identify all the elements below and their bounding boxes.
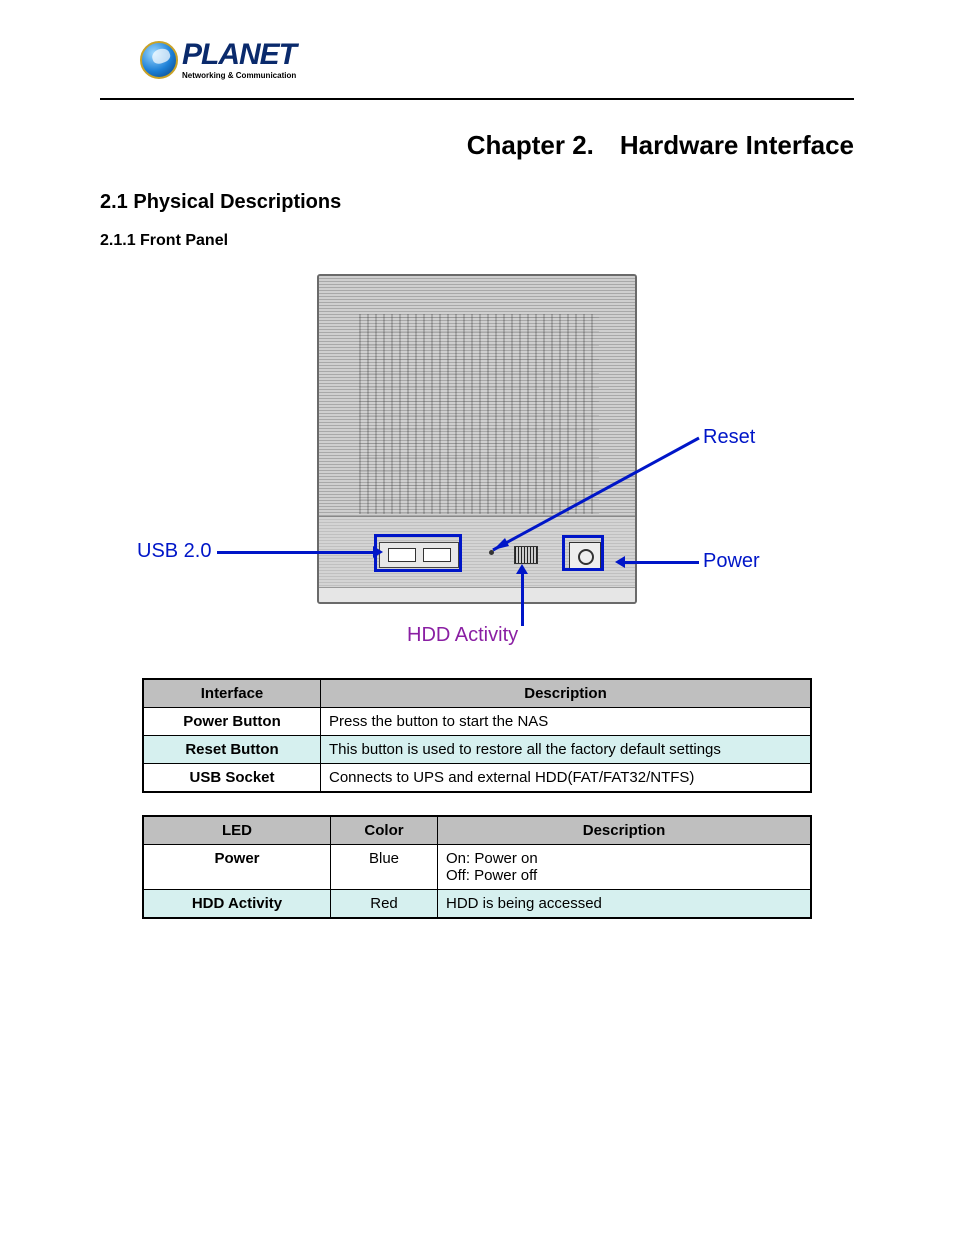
reset-pinhole <box>489 550 494 555</box>
globe-icon <box>140 41 178 79</box>
callout-box-power <box>562 535 604 571</box>
row-value: This button is used to restore all the f… <box>321 736 812 764</box>
chapter-title: Chapter 2. Hardware Interface <box>100 130 854 161</box>
brand-logo: PLANET Networking & Communication <box>140 40 854 80</box>
row-color: Blue <box>331 845 438 890</box>
callout-label-power: Power <box>703 550 760 573</box>
led-table: LED Color Description PowerBlueOn: Power… <box>142 815 812 919</box>
callout-label-hdd-activity: HDD Activity <box>407 624 518 647</box>
row-label: Power <box>143 845 331 890</box>
row-value: Press the button to start the NAS <box>321 708 812 736</box>
table-row: HDD ActivityRedHDD is being accessed <box>143 890 811 919</box>
row-color: Red <box>331 890 438 919</box>
callout-line <box>625 561 699 564</box>
table-header: Color <box>331 816 438 845</box>
front-panel-diagram: USB 2.0 Reset Power HDD Activity <box>137 274 817 654</box>
arrow-icon <box>373 546 383 558</box>
callout-line <box>217 551 375 554</box>
subsection-heading: 2.1.1 Front Panel <box>100 232 854 250</box>
row-label: Reset Button <box>143 736 321 764</box>
row-label: USB Socket <box>143 764 321 793</box>
vent-pattern <box>359 314 599 514</box>
callout-line <box>521 572 524 626</box>
table-row: Reset ButtonThis button is used to resto… <box>143 736 811 764</box>
interface-table: Interface Description Power ButtonPress … <box>142 678 812 793</box>
row-value: HDD is being accessed <box>438 890 812 919</box>
row-value: On: Power on Off: Power off <box>438 845 812 890</box>
row-label: Power Button <box>143 708 321 736</box>
arrow-icon <box>516 564 528 574</box>
row-value: Connects to UPS and external HDD(FAT/FAT… <box>321 764 812 793</box>
section-heading: 2.1 Physical Descriptions <box>100 191 854 214</box>
callout-label-reset: Reset <box>703 426 755 449</box>
callout-box-usb <box>374 534 462 572</box>
header-divider <box>100 98 854 100</box>
row-label: HDD Activity <box>143 890 331 919</box>
table-row: PowerBlueOn: Power on Off: Power off <box>143 845 811 890</box>
table-row: USB SocketConnects to UPS and external H… <box>143 764 811 793</box>
table-header: Description <box>321 679 812 708</box>
brand-name: PLANET <box>182 40 296 70</box>
hdd-activity-led <box>514 546 538 564</box>
table-row: Power ButtonPress the button to start th… <box>143 708 811 736</box>
table-header: Interface <box>143 679 321 708</box>
table-header: LED <box>143 816 331 845</box>
table-header: Description <box>438 816 812 845</box>
arrow-icon <box>615 556 625 568</box>
brand-tagline: Networking & Communication <box>182 72 296 80</box>
device-foot <box>319 587 635 602</box>
callout-label-usb: USB 2.0 <box>137 540 211 563</box>
